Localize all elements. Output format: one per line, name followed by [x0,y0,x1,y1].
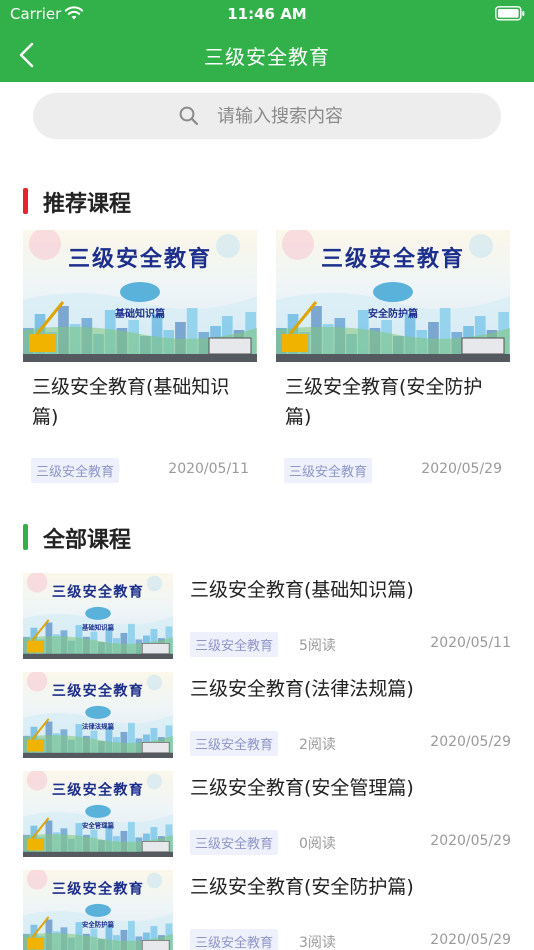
course-title: 三级安全教育(法律法规篇) [190,678,414,700]
course-tag: 三级安全教育 [190,830,279,855]
course-title: 三级安全教育(基础知识篇) [32,376,230,428]
status-bar: Carrier 11:46 AM [0,0,534,28]
course-tag: 三级安全教育 [31,458,120,483]
recommended-course-card[interactable]: 三级安全教育 安全防护篇 三级安全教育(安全防护篇) 三级安全教育 2020/05… [276,230,510,492]
battery-icon [495,6,525,21]
course-title: 三级安全教育(安全防护篇) [190,876,414,898]
course-title: 三级安全教育(基础知识篇) [190,579,414,601]
svg-text:基础知识篇: 基础知识篇 [114,307,165,320]
course-title: 三级安全教育(安全防护篇) [285,376,483,428]
search-icon [179,106,199,126]
page-title: 三级安全教育 [204,45,330,69]
course-title: 三级安全教育(安全管理篇) [190,777,414,799]
course-list-item[interactable]: 三级安全教育 安全防护篇 三级安全教育(安全防护篇) 三级安全教育 3阅读 202… [23,870,513,950]
course-cover-image: 三级安全教育基础知识篇 [23,230,257,362]
course-list-item[interactable]: 三级安全教育 法律法规篇 三级安全教育(法律法规篇) 三级安全教育 2阅读 202… [23,672,513,758]
svg-text:三级安全教育: 三级安全教育 [52,879,144,897]
section-title-recommended: 推荐课程 [43,192,132,217]
recommended-course-card[interactable]: 三级安全教育 基础知识篇 三级安全教育(基础知识篇) 三级安全教育 2020/05… [23,230,257,492]
course-list-item[interactable]: 三级安全教育 基础知识篇 三级安全教育(基础知识篇) 三级安全教育 5阅读 202… [23,573,513,659]
course-date: 2020/05/11 [430,635,511,651]
course-cover-image: 三级安全教育安全防护篇 [276,230,510,362]
course-tag: 三级安全教育 [190,632,279,657]
course-cover-image: 三级安全教育安全管理篇 [23,771,173,857]
svg-text:法律法规篇: 法律法规篇 [82,722,115,731]
course-date: 2020/05/29 [430,932,511,948]
section-accent-bar [23,188,28,214]
svg-text:安全管理篇: 安全管理篇 [82,821,115,830]
svg-text:三级安全教育: 三级安全教育 [52,681,144,699]
svg-text:安全防护篇: 安全防护篇 [82,920,115,929]
svg-text:三级安全教育: 三级安全教育 [321,246,465,272]
course-date: 2020/05/11 [168,461,249,477]
course-tag: 三级安全教育 [284,458,373,483]
course-read-count: 2阅读 [299,737,336,753]
course-cover-image: 三级安全教育基础知识篇 [23,573,173,659]
course-tag: 三级安全教育 [190,929,279,950]
course-list-item[interactable]: 三级安全教育 安全管理篇 三级安全教育(安全管理篇) 三级安全教育 0阅读 202… [23,771,513,857]
course-date: 2020/05/29 [430,833,511,849]
svg-text:三级安全教育: 三级安全教育 [52,582,144,600]
svg-text:三级安全教育: 三级安全教育 [52,780,144,798]
course-cover-image: 三级安全教育安全防护篇 [23,870,173,950]
course-read-count: 0阅读 [299,836,336,852]
course-date: 2020/05/29 [430,734,511,750]
section-header-recommended: 推荐课程 [23,186,223,217]
course-read-count: 3阅读 [299,935,336,950]
svg-text:安全防护篇: 安全防护篇 [368,307,418,320]
section-accent-bar [23,524,28,550]
status-time: 11:46 AM [227,5,307,23]
course-read-count: 5阅读 [299,638,336,654]
course-cover-image: 三级安全教育法律法规篇 [23,672,173,758]
course-date: 2020/05/29 [421,461,502,477]
section-header-all: 全部课程 [23,522,223,553]
svg-text:基础知识篇: 基础知识篇 [81,623,115,632]
search-box[interactable] [33,93,501,139]
nav-bar: 三级安全教育 [0,28,534,82]
section-title-all: 全部课程 [43,528,132,553]
course-tag: 三级安全教育 [190,731,279,756]
search-input[interactable] [217,102,477,130]
svg-text:三级安全教育: 三级安全教育 [68,246,212,272]
